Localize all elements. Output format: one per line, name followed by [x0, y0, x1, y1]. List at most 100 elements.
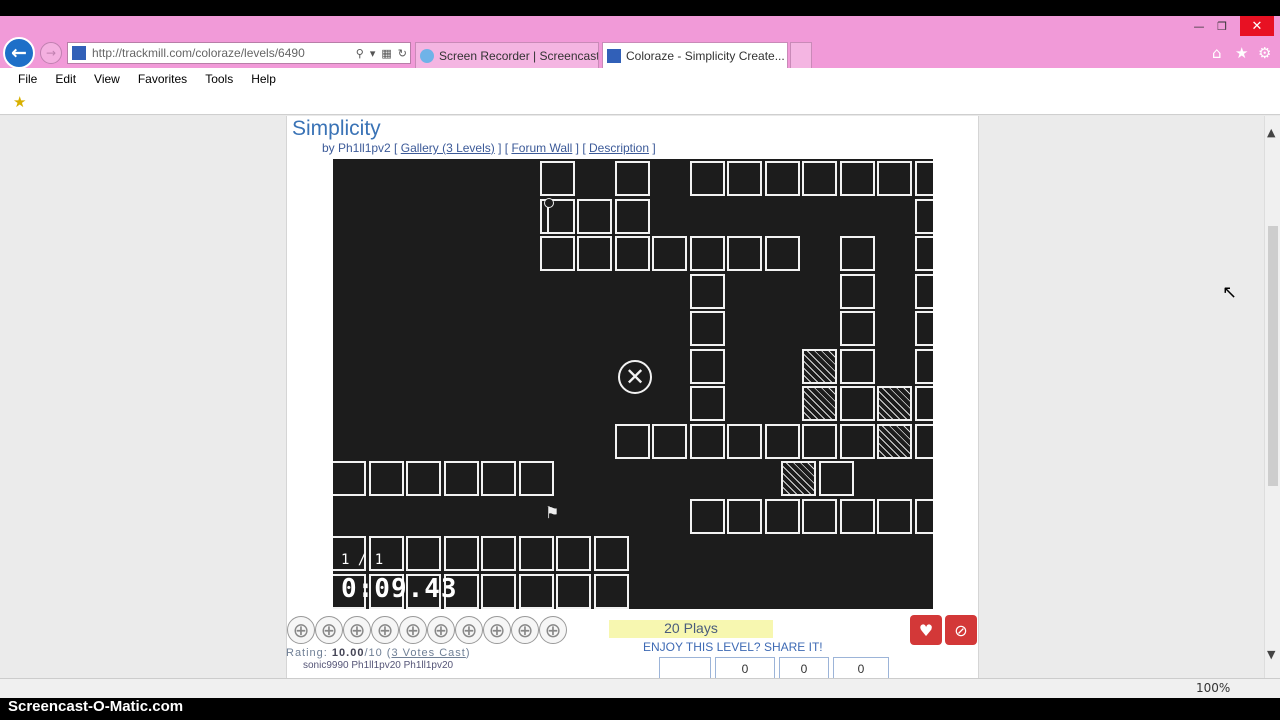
forum-wall-link[interactable]: Forum Wall [511, 141, 572, 155]
game-canvas[interactable]: ✕ ⚑ 1 / 1 0:09.43 [333, 159, 933, 609]
gallery-link[interactable]: Gallery (3 Levels) [401, 141, 495, 155]
wall-block [764, 423, 800, 459]
wall-block [481, 573, 516, 609]
wall-block [839, 498, 875, 534]
rating-stars: ⊕ ⊕ ⊕ ⊕ ⊕ ⊕ ⊕ ⊕ ⊕ ⊕ [287, 616, 567, 644]
wall-block [481, 461, 516, 496]
wall-block [877, 161, 912, 196]
menu-tools[interactable]: Tools [205, 72, 233, 86]
favorites-bar: ★ [0, 90, 1280, 115]
back-button[interactable]: ← [3, 37, 35, 69]
rating-10-icon[interactable]: ⊕ [539, 616, 567, 644]
rating-8-icon[interactable]: ⊕ [483, 616, 511, 644]
wall-block [539, 161, 575, 196]
report-button[interactable]: ⊘ [945, 615, 977, 645]
menu-view[interactable]: View [94, 72, 120, 86]
author-text: by Ph1ll1pv2 [ [322, 141, 398, 155]
player-ball: ✕ [618, 360, 652, 394]
menu-edit[interactable]: Edit [55, 72, 76, 86]
tab-screen-recorder[interactable]: Screen Recorder | Screencast-... [415, 42, 599, 68]
wall-block [839, 423, 875, 459]
favorites-star-icon[interactable]: ★ [1235, 44, 1248, 62]
like-count[interactable]: 0 [779, 657, 829, 678]
web-page: Simplicity by Ph1ll1pv2 [ Gallery (3 Lev… [0, 116, 1264, 678]
wall-block [839, 273, 875, 309]
share-service-button[interactable] [659, 657, 711, 678]
scroll-up-icon[interactable]: ▲ [1267, 126, 1275, 139]
wall-block [818, 461, 854, 496]
arrow-block [781, 461, 816, 496]
close-window-button[interactable]: ✕ [1240, 16, 1274, 36]
rating-6-icon[interactable]: ⊕ [427, 616, 455, 644]
new-tab-button[interactable] [790, 42, 812, 68]
wall-block [877, 498, 912, 534]
forward-button[interactable]: → [40, 42, 62, 64]
rating-3-icon[interactable]: ⊕ [343, 616, 371, 644]
wall-block [839, 386, 875, 421]
menu-help[interactable]: Help [251, 72, 276, 86]
wall-block [914, 423, 933, 459]
rating-value: 10.00 [331, 647, 365, 659]
rating-4-icon[interactable]: ⊕ [371, 616, 399, 644]
home-icon[interactable]: ⌂ [1212, 44, 1222, 62]
wall-block [577, 236, 612, 271]
menu-file[interactable]: File [18, 72, 37, 86]
level-title: Simplicity [292, 117, 381, 140]
wall-block [614, 423, 650, 459]
wall-block [914, 498, 933, 534]
wall-block [914, 386, 933, 421]
menu-favorites[interactable]: Favorites [138, 72, 187, 86]
wall-block [577, 198, 612, 234]
favorite-heart-button[interactable]: ♥ [910, 615, 942, 645]
wall-block [839, 348, 875, 384]
wall-block [689, 348, 725, 384]
arrow-block [877, 386, 912, 421]
dropdown-icon[interactable]: ▾ [370, 47, 376, 60]
wall-block [914, 348, 933, 384]
wall-block [652, 423, 687, 459]
zoom-level[interactable]: 100% [1196, 681, 1230, 695]
address-bar[interactable]: http://trackmill.com/coloraze/levels/649… [67, 42, 411, 64]
lever-switch [544, 198, 554, 232]
add-favorite-icon[interactable]: ★ [13, 93, 26, 111]
wall-block [764, 498, 800, 534]
wall-block [802, 423, 837, 459]
wall-block [727, 423, 762, 459]
tab-favicon-icon [420, 48, 434, 63]
rating-1-icon[interactable]: ⊕ [287, 616, 315, 644]
wall-block [839, 236, 875, 271]
scroll-thumb[interactable] [1268, 226, 1278, 486]
plays-count: 20 Plays [609, 620, 773, 638]
gear-icon[interactable]: ⚙ [1258, 44, 1271, 62]
votes-link[interactable]: 3 Votes Cast [391, 647, 465, 659]
wall-block [614, 161, 650, 196]
address-url[interactable]: http://trackmill.com/coloraze/levels/649… [92, 46, 353, 60]
restore-button[interactable]: ❐ [1209, 16, 1235, 36]
wall-block [727, 161, 762, 196]
scroll-down-icon[interactable]: ▼ [1267, 648, 1275, 661]
wall-block [614, 236, 650, 271]
rating-2-icon[interactable]: ⊕ [315, 616, 343, 644]
refresh-icon[interactable]: ↻ [398, 47, 407, 60]
tab-favicon-icon [607, 48, 621, 63]
wall-block [368, 461, 404, 496]
rating-7-icon[interactable]: ⊕ [455, 616, 483, 644]
wall-block [614, 198, 650, 234]
wall-block [406, 536, 441, 571]
wall-block [727, 236, 762, 271]
recent-players: sonic9990 Ph1ll1pv20 Ph1ll1pv20 [303, 660, 454, 671]
wall-block [689, 423, 725, 459]
description-link[interactable]: Description [589, 141, 649, 155]
share-count-1: 0 [715, 657, 775, 678]
wall-block [914, 198, 933, 234]
rating-5-icon[interactable]: ⊕ [399, 616, 427, 644]
tab-coloraze[interactable]: Coloraze - Simplicity Create... ✕ [602, 42, 788, 68]
wall-block [652, 236, 687, 271]
compat-view-icon[interactable]: ▦ [381, 47, 391, 60]
wall-block [689, 161, 725, 196]
search-icon[interactable]: ⚲ [356, 47, 364, 60]
wall-block [914, 273, 933, 309]
rating-9-icon[interactable]: ⊕ [511, 616, 539, 644]
vertical-scrollbar[interactable]: ▲ ▼ [1264, 116, 1280, 678]
share-count-3: 0 [833, 657, 889, 678]
